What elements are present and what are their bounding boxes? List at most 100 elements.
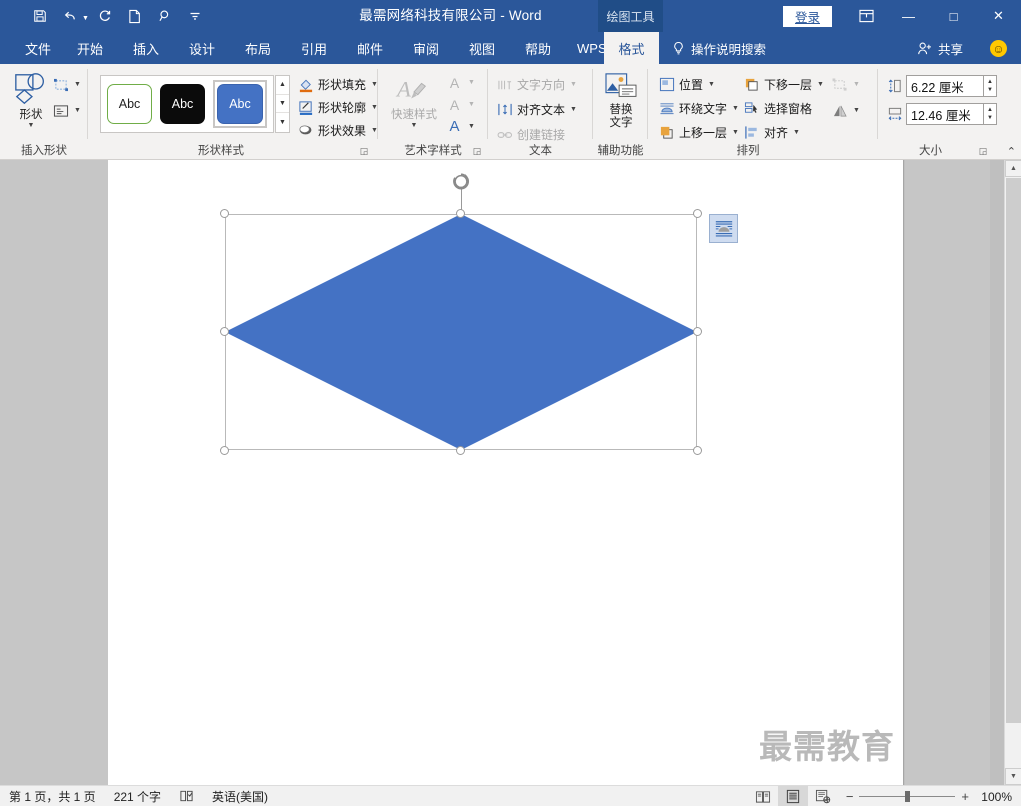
send-backward-button[interactable]: 下移一层 ▼ xyxy=(743,74,824,95)
gallery-more-icon[interactable]: ▼ xyxy=(276,113,289,132)
shape-styles-gallery[interactable]: Abc Abc Abc xyxy=(100,75,274,133)
alt-text-button[interactable]: 替换 文字 xyxy=(595,72,647,130)
wrap-text-button[interactable]: 环绕文字 ▼ xyxy=(658,98,739,119)
rotate-objects-button[interactable]: ▼ xyxy=(831,100,860,121)
group-objects-button[interactable]: ▼ xyxy=(831,74,860,95)
shape-width-spin-arrows[interactable]: ▲ ▼ xyxy=(984,103,997,125)
web-layout-view-button[interactable] xyxy=(808,786,838,806)
edit-shape-button[interactable]: ▼ xyxy=(52,74,81,95)
height-down-icon[interactable]: ▼ xyxy=(987,86,993,94)
text-outline-button[interactable]: A ▼ xyxy=(446,94,475,115)
tab-design[interactable]: 设计 xyxy=(178,32,226,64)
shape-outline-button[interactable]: 形状轮廓 ▼ xyxy=(297,97,378,118)
wordart-quick-styles-button[interactable]: A 快速样式 ▼ xyxy=(386,73,442,129)
minimize-button[interactable]: — xyxy=(886,0,931,32)
tell-me-search[interactable]: 操作说明搜索 xyxy=(672,32,766,64)
print-layout-view-button[interactable] xyxy=(777,786,808,806)
shapes-button[interactable]: 形状 ▼ xyxy=(5,71,57,129)
layout-options-button[interactable] xyxy=(709,214,738,243)
tab-help[interactable]: 帮助 xyxy=(514,32,562,64)
tab-insert[interactable]: 插入 xyxy=(122,32,170,64)
maximize-button[interactable]: □ xyxy=(931,0,976,32)
gallery-scroll-down-icon[interactable]: ▼ xyxy=(276,95,289,114)
text-fill-caret[interactable]: ▼ xyxy=(468,79,475,86)
text-direction-caret[interactable]: ▼ xyxy=(570,81,577,88)
align-text-button[interactable]: 对齐文本 ▼ xyxy=(496,99,577,120)
resize-handle-bottom-right[interactable] xyxy=(693,446,702,455)
text-direction-button[interactable]: 文字方向 ▼ xyxy=(496,74,577,95)
shape-styles-gallery-scroll[interactable]: ▲ ▼ ▼ xyxy=(275,75,290,133)
create-link-button[interactable]: 创建链接 xyxy=(496,124,565,145)
draw-text-box-button[interactable]: ▼ xyxy=(52,100,81,121)
resize-handle-bottom-center[interactable] xyxy=(456,446,465,455)
gallery-scroll-up-icon[interactable]: ▲ xyxy=(276,76,289,95)
position-button[interactable]: 位置 ▼ xyxy=(658,74,715,95)
word-count-status[interactable]: 221 个字 xyxy=(105,786,170,806)
resize-handle-top-left[interactable] xyxy=(220,209,229,218)
resize-handle-top-center[interactable] xyxy=(456,209,465,218)
zoom-slider[interactable]: − + xyxy=(838,789,977,804)
shapes-dropdown-caret[interactable]: ▼ xyxy=(28,122,35,129)
resize-handle-middle-right[interactable] xyxy=(693,327,702,336)
rotate-objects-caret[interactable]: ▼ xyxy=(853,107,860,114)
shape-style-thumb-3-selected[interactable]: Abc xyxy=(213,80,267,128)
height-up-icon[interactable]: ▲ xyxy=(987,78,993,86)
tab-layout[interactable]: 布局 xyxy=(234,32,282,64)
shape-fill-button[interactable]: 形状填充 ▼ xyxy=(297,74,378,95)
group-objects-caret[interactable]: ▼ xyxy=(853,81,860,88)
sign-in-button[interactable]: 登录 xyxy=(782,5,832,27)
share-button[interactable]: 共享 xyxy=(917,32,963,64)
tab-review[interactable]: 审阅 xyxy=(402,32,450,64)
feedback-smiley-icon[interactable]: ☺ xyxy=(990,40,1007,57)
shape-style-thumb-1[interactable]: Abc xyxy=(107,84,153,124)
align-objects-button[interactable]: 对齐 ▼ xyxy=(743,122,800,143)
collapse-ribbon-icon[interactable]: ⌃ xyxy=(1007,145,1016,158)
zoom-in-button[interactable]: + xyxy=(961,789,969,804)
shape-width-input[interactable]: 12.46 厘米 xyxy=(906,103,984,125)
language-status[interactable]: 英语(美国) xyxy=(203,786,277,806)
text-box-caret[interactable]: ▼ xyxy=(74,107,81,114)
scroll-down-button[interactable]: ▼ xyxy=(1005,768,1021,785)
send-backward-caret[interactable]: ▼ xyxy=(817,81,824,88)
vertical-scrollbar[interactable]: ▲ ▼ xyxy=(1004,160,1021,785)
shape-height-spin-arrows[interactable]: ▲ ▼ xyxy=(984,75,997,97)
tab-mailings[interactable]: 邮件 xyxy=(346,32,394,64)
resize-handle-middle-left[interactable] xyxy=(220,327,229,336)
width-up-icon[interactable]: ▲ xyxy=(987,106,993,114)
text-effects-button[interactable]: A ▼ xyxy=(446,116,475,137)
shape-height-input[interactable]: 6.22 厘米 xyxy=(906,75,984,97)
resize-handle-bottom-left[interactable] xyxy=(220,446,229,455)
selection-pane-button[interactable]: 选择窗格 xyxy=(743,98,812,119)
proofing-errors-icon[interactable] xyxy=(170,786,203,806)
ribbon-display-options-icon[interactable] xyxy=(846,0,886,32)
text-effects-caret[interactable]: ▼ xyxy=(468,123,475,130)
shape-style-thumb-2[interactable]: Abc xyxy=(160,84,205,124)
tab-home[interactable]: 开始 xyxy=(66,32,114,64)
close-button[interactable]: ✕ xyxy=(976,0,1021,32)
text-outline-caret[interactable]: ▼ xyxy=(468,101,475,108)
wordart-dialog-launcher[interactable]: ◲ xyxy=(471,145,483,157)
shape-styles-dialog-launcher[interactable]: ◲ xyxy=(358,145,370,157)
resize-handle-top-right[interactable] xyxy=(693,209,702,218)
read-mode-view-button[interactable] xyxy=(748,786,778,806)
page-number-status[interactable]: 第 1 页，共 1 页 xyxy=(0,786,105,806)
position-caret[interactable]: ▼ xyxy=(708,81,715,88)
zoom-slider-track[interactable] xyxy=(859,791,956,802)
zoom-out-button[interactable]: − xyxy=(846,789,854,804)
text-fill-button[interactable]: A ▼ xyxy=(446,72,475,93)
shape-width-control[interactable]: 12.46 厘米 ▲ ▼ xyxy=(886,103,997,125)
selected-shape-container[interactable] xyxy=(220,173,702,455)
scroll-up-button[interactable]: ▲ xyxy=(1005,160,1021,177)
align-objects-caret[interactable]: ▼ xyxy=(793,129,800,136)
tab-references[interactable]: 引用 xyxy=(290,32,338,64)
zoom-slider-thumb[interactable] xyxy=(905,791,911,802)
zoom-level-label[interactable]: 100% xyxy=(977,790,1021,804)
align-text-caret[interactable]: ▼ xyxy=(570,106,577,113)
shape-effects-button[interactable]: 形状效果 ▼ xyxy=(297,120,378,141)
size-dialog-launcher[interactable]: ◲ xyxy=(977,145,989,157)
shape-height-control[interactable]: 6.22 厘米 ▲ ▼ xyxy=(886,75,997,97)
bring-forward-caret[interactable]: ▼ xyxy=(732,129,739,136)
wordart-quick-styles-caret[interactable]: ▼ xyxy=(411,122,418,129)
bring-forward-button[interactable]: 上移一层 ▼ xyxy=(658,122,739,143)
scrollbar-thumb[interactable] xyxy=(1006,178,1021,723)
